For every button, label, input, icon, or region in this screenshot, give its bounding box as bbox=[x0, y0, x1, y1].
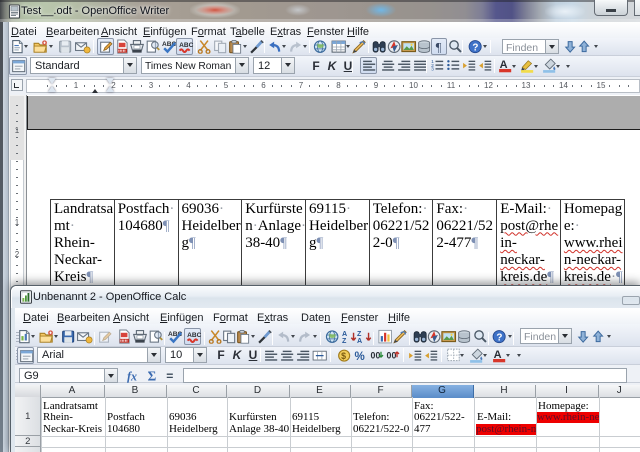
svg-text:Z: Z bbox=[342, 337, 347, 344]
svg-text:=: = bbox=[166, 369, 173, 383]
svg-text:¶: ¶ bbox=[436, 41, 442, 54]
svg-text:ABC: ABC bbox=[179, 42, 193, 49]
svg-text:00: 00 bbox=[387, 350, 397, 360]
svg-text:ABC: ABC bbox=[187, 332, 201, 339]
svg-text:?: ? bbox=[496, 332, 502, 343]
svg-text:3: 3 bbox=[431, 67, 434, 73]
svg-text:%: % bbox=[355, 351, 365, 363]
svg-text:?: ? bbox=[472, 42, 478, 53]
svg-text:fx: fx bbox=[127, 370, 137, 383]
svg-text:A: A bbox=[357, 337, 362, 344]
svg-text:$: $ bbox=[341, 351, 346, 361]
svg-text:Σ: Σ bbox=[148, 369, 157, 383]
